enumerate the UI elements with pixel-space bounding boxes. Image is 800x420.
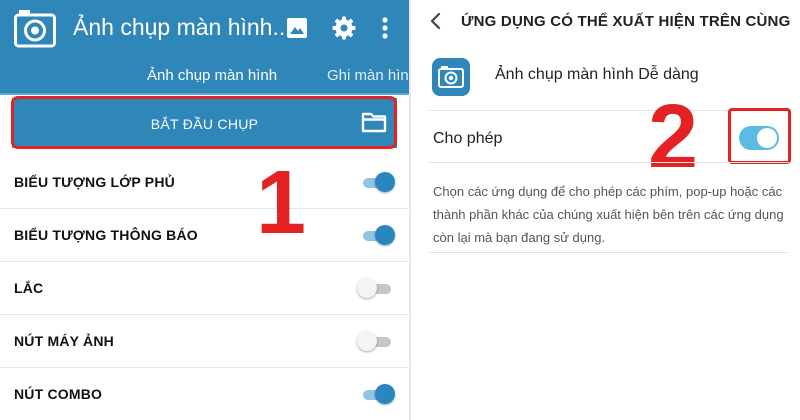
left-screenshot-panel: Ảnh chụp màn hình... Ảnh chụp màn hình G…	[0, 0, 409, 420]
toggle-switch-on[interactable]	[357, 172, 395, 194]
allow-permission-label: Cho phép	[433, 130, 503, 147]
divider-line	[429, 252, 789, 253]
setting-label: BIỂU TƯỢNG THÔNG BÁO	[14, 227, 198, 243]
setting-row-camera-button[interactable]: NÚT MÁY ẢNH	[0, 315, 409, 368]
highlight-box-toggle	[728, 108, 791, 164]
setting-row-notification-icon[interactable]: BIỂU TƯỢNG THÔNG BÁO	[0, 209, 409, 262]
tab-screen-record[interactable]: Ghi màn hình	[327, 67, 409, 84]
camera-icon	[14, 10, 56, 48]
app-name: Ảnh chụp màn hình Dễ dàng	[495, 66, 699, 83]
setting-label: NÚT MÁY ẢNH	[14, 333, 114, 349]
setting-label: BIỂU TƯỢNG LỚP PHỦ	[14, 174, 175, 190]
app-bar: Ảnh chụp màn hình...	[0, 0, 409, 58]
highlight-box-start-button	[11, 96, 397, 149]
back-arrow-icon[interactable]	[428, 12, 444, 30]
gear-icon[interactable]	[331, 15, 357, 41]
toggle-switch-on[interactable]	[357, 225, 395, 247]
app-camera-icon	[432, 58, 470, 96]
permission-description: Chọn các ứng dụng để cho phép các phím, …	[433, 184, 784, 245]
setting-label: NÚT COMBO	[14, 386, 103, 402]
setting-row-combo-button[interactable]: NÚT COMBO	[0, 368, 409, 420]
gallery-icon[interactable]	[284, 15, 310, 41]
setting-row-shake[interactable]: LẮC	[0, 262, 409, 315]
more-vert-icon[interactable]	[372, 15, 398, 41]
page-title: ỨNG DỤNG CÓ THỂ XUẤT HIỆN TRÊN CÙNG	[461, 13, 791, 30]
annotation-number-2: 2	[648, 87, 699, 187]
annotation-number-1: 1	[256, 153, 307, 253]
tab-bar: Ảnh chụp màn hình Ghi màn hình	[0, 58, 409, 95]
setting-label: LẮC	[14, 280, 44, 296]
toggle-switch-on[interactable]	[357, 384, 395, 406]
toggle-switch-off[interactable]	[357, 278, 395, 300]
setting-row-overlay-icon[interactable]: BIỂU TƯỢNG LỚP PHỦ	[0, 156, 409, 209]
tab-divider	[0, 93, 409, 95]
divider-line	[429, 162, 789, 163]
toggle-switch-off[interactable]	[357, 331, 395, 353]
right-screenshot-panel: ỨNG DỤNG CÓ THỂ XUẤT HIỆN TRÊN CÙNG Ảnh …	[411, 0, 800, 420]
tab-screenshot[interactable]: Ảnh chụp màn hình	[147, 67, 277, 84]
app-title: Ảnh chụp màn hình...	[73, 14, 292, 40]
